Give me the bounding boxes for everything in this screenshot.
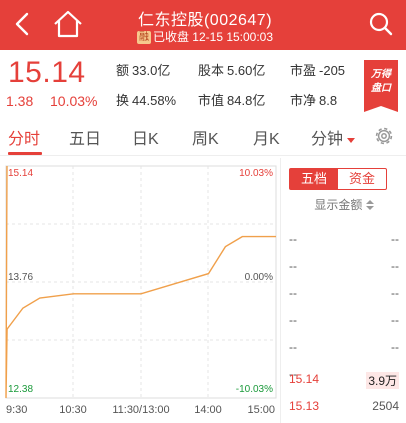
stat-pb: 市净 8.8 [290, 93, 338, 108]
tab-minute[interactable]: 分钟 [311, 125, 356, 149]
y-label-top-right: 10.03% [239, 168, 273, 179]
back-arrow-icon[interactable] [10, 11, 36, 37]
tab-intraday[interactable]: 分时 [8, 125, 40, 149]
tab-capital-flow[interactable]: 资金 [338, 169, 386, 189]
stat-pe: 市盈 -205 [290, 63, 346, 78]
order-book-price: 15.14 [289, 372, 320, 386]
status-datetime: 12-15 15:00:03 [192, 30, 274, 44]
tab-monthly-k[interactable]: 月K [253, 125, 280, 149]
stock-title: 仁东控股(002647) [137, 12, 273, 29]
margin-badge: 融 [136, 31, 151, 44]
order-book-row: -- -- [281, 259, 406, 281]
order-book-price: -- [289, 313, 297, 327]
order-book-volume: -- [391, 286, 399, 300]
wind-orderbook-badge[interactable]: 万得 盘口 [364, 60, 398, 112]
tab-five-day[interactable]: 五日 [69, 125, 101, 149]
status-text: 已收盘 [152, 30, 189, 44]
quote-panel: 15.14 1.38 10.03% 额 33.0亿 股本 5.60亿 市盈 -205 … [0, 50, 406, 116]
order-book-panel: 五档 资金 显示金额 ------------------------15.14… [280, 158, 406, 423]
order-book-price: 15.13 [289, 399, 320, 413]
search-icon[interactable] [368, 11, 394, 37]
order-book-row: -- -- [281, 232, 406, 254]
gear-icon[interactable] [374, 126, 394, 146]
x-tick-label: 10:30 [59, 404, 87, 416]
order-book-volume: -- [391, 259, 399, 273]
market-status: 融已收盘 12-15 15:00:03 [100, 28, 310, 45]
x-tick-label: 15:00 [247, 404, 275, 416]
order-book-price: -- [289, 232, 297, 246]
top-bar: 仁东控股(002647) 融已收盘 12-15 15:00:03 [0, 0, 406, 50]
x-tick-label: 11:30/13:00 [112, 404, 169, 416]
sort-arrows-icon [365, 200, 374, 210]
y-label-mid-left: 13.76 [8, 272, 33, 283]
tab-daily-k[interactable]: 日K [132, 125, 159, 149]
order-book-price: -- [289, 340, 297, 354]
panel-switch: 五档 资金 [289, 168, 387, 190]
tab-five-levels[interactable]: 五档 [290, 169, 338, 189]
intraday-chart-svg: 15.14 10.03% 13.76 0.00% 12.38 -10.03% 9… [5, 165, 277, 416]
order-book-volume: -- [391, 313, 399, 327]
price-change: 1.38 [6, 93, 34, 109]
home-icon[interactable] [52, 9, 84, 39]
order-book-volume: -- [391, 232, 399, 246]
order-book-row: -- -- [281, 286, 406, 308]
tab-weekly-k[interactable]: 周K [192, 125, 219, 149]
y-label-top-left: 15.14 [8, 168, 33, 179]
order-book-volume: 2504 [372, 399, 399, 413]
x-tick-label: 9:30 [6, 404, 27, 416]
stat-market-cap: 市值 84.8亿 [198, 93, 266, 108]
dropdown-triangle-icon [347, 138, 356, 143]
active-tab-indicator [8, 152, 42, 155]
y-label-mid-right: 0.00% [245, 272, 273, 283]
order-book-row: 15.14 3.9万 [281, 372, 406, 394]
last-price: 15.14 [8, 56, 86, 89]
order-book-row: 15.13 2504 [281, 399, 406, 421]
intraday-chart[interactable]: 15.14 10.03% 13.76 0.00% 12.38 -10.03% 9… [0, 158, 280, 423]
x-tick-label: 14:00 [194, 404, 222, 416]
y-label-bottom-left: 12.38 [8, 384, 33, 395]
order-book-price: -- [289, 259, 297, 273]
stat-turnover-amount: 额 33.0亿 [116, 63, 171, 78]
y-label-bottom-right: -10.03% [236, 384, 273, 395]
chart-tabs: 分时 五日 日K 周K 月K 分钟 [0, 116, 406, 156]
order-book-volume: -- [391, 340, 399, 354]
price-change-pct: 10.03% [50, 93, 98, 109]
order-book-row: -- -- [281, 340, 406, 362]
show-amount-toggle[interactable]: 显示金额 [281, 196, 406, 213]
order-book-volume: 3.9万 [366, 372, 399, 389]
order-book-price: -- [289, 286, 297, 300]
stat-turnover-rate: 换 44.58% [116, 93, 177, 108]
order-book-row: -- -- [281, 313, 406, 335]
stat-share-capital: 股本 5.60亿 [198, 63, 266, 78]
